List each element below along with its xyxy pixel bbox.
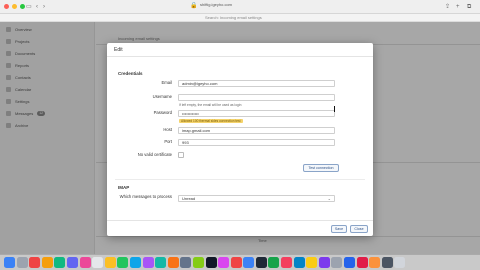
tabs-overview-icon[interactable]: ⧉ <box>467 3 471 11</box>
no-valid-certificate-label: No valid certificate <box>137 152 172 157</box>
email-label: Email <box>161 80 172 85</box>
app-icon[interactable] <box>155 257 167 268</box>
app-icon[interactable] <box>268 257 280 268</box>
host-field[interactable]: imap.gmail.com <box>178 127 335 134</box>
close-button[interactable]: Close <box>350 225 368 233</box>
minimize-window-icon[interactable] <box>12 4 17 9</box>
which-messages-label: Which messages to process <box>119 194 172 199</box>
test-connection-button[interactable]: Test connection <box>303 164 339 172</box>
app-icon[interactable] <box>54 257 66 268</box>
port-label: Port <box>164 139 172 144</box>
calendar-app-icon[interactable] <box>92 257 104 268</box>
share-icon[interactable]: ⇪ <box>445 3 450 11</box>
chevron-down-icon: ⌄ <box>327 196 331 201</box>
app-icon[interactable] <box>142 257 154 268</box>
app-icon[interactable] <box>29 257 41 268</box>
app-icon[interactable] <box>381 257 393 268</box>
app-icon[interactable] <box>293 257 305 268</box>
forward-icon[interactable]: › <box>43 3 45 11</box>
launchpad-icon[interactable] <box>16 257 28 268</box>
which-messages-value: Unread <box>182 196 196 201</box>
host-label: Host <box>163 127 172 132</box>
email-field[interactable]: admin@igeyho.com <box>178 80 335 87</box>
new-tab-icon[interactable]: + <box>456 3 460 11</box>
safari-icon[interactable] <box>129 257 141 268</box>
notes-icon[interactable] <box>104 257 116 268</box>
port-field[interactable]: 993 <box>178 139 335 146</box>
dialog-header: Edit <box>107 43 373 57</box>
password-warning: Allowed 100 thermal sides connection tes… <box>179 119 243 123</box>
lock-icon: 🔒 <box>190 3 198 9</box>
app-icon[interactable] <box>117 257 129 268</box>
window-controls[interactable] <box>4 4 25 9</box>
no-valid-certificate-checkbox[interactable] <box>178 152 184 158</box>
which-messages-select[interactable]: Unread ⌄ <box>178 195 335 202</box>
trash-icon[interactable] <box>394 257 406 268</box>
app-icon[interactable] <box>79 257 91 268</box>
maximize-window-icon[interactable] <box>20 4 25 9</box>
address-bar[interactable]: shiftig.igeyho.com <box>200 2 232 8</box>
app-icon[interactable] <box>306 257 318 268</box>
app-icon[interactable] <box>281 257 293 268</box>
username-label: Username <box>152 94 172 99</box>
dialog-footer: Save Close <box>107 220 373 236</box>
browser-toolbar: ▭ ‹ › 🔒 shiftig.igeyho.com ⇪ + ⧉ <box>0 0 480 14</box>
imap-section-title: IMAP <box>118 185 130 190</box>
app-icon[interactable] <box>66 257 78 268</box>
edit-dialog: Edit Credentials Email admin@igeyho.com … <box>107 43 373 236</box>
save-button[interactable]: Save <box>331 225 347 233</box>
dock <box>0 254 480 270</box>
sidebar-toggle-icon[interactable]: ▭ <box>26 3 32 11</box>
dialog-title: Edit <box>114 47 123 53</box>
tab-strip: Search: Incoming email settings <box>0 14 480 22</box>
credentials-section-title: Credentials <box>118 71 143 76</box>
username-field[interactable] <box>178 94 335 101</box>
app-icon[interactable] <box>167 257 179 268</box>
app-icon[interactable] <box>344 257 356 268</box>
dialog-body: Credentials Email admin@igeyho.com Usern… <box>107 57 373 220</box>
terminal-icon[interactable] <box>205 257 217 268</box>
app-icon[interactable] <box>218 257 230 268</box>
app-icon[interactable] <box>41 257 53 268</box>
back-icon[interactable]: ‹ <box>36 3 38 11</box>
mouse-cursor <box>334 106 335 112</box>
section-divider <box>115 179 365 180</box>
app-icon[interactable] <box>180 257 192 268</box>
active-tab-title[interactable]: Search: Incoming email settings <box>205 15 262 21</box>
app-icon[interactable] <box>331 257 343 268</box>
app-icon[interactable] <box>369 257 381 268</box>
app-icon[interactable] <box>255 257 267 268</box>
app-icon[interactable] <box>192 257 204 268</box>
password-field[interactable]: •••••••••••• <box>178 110 335 117</box>
password-label: Password <box>153 110 172 115</box>
app-icon[interactable] <box>318 257 330 268</box>
close-window-icon[interactable] <box>4 4 9 9</box>
app-icon[interactable] <box>230 257 242 268</box>
app-icon[interactable] <box>243 257 255 268</box>
app-icon[interactable] <box>356 257 368 268</box>
username-hint: If left empty, the email will be used as… <box>179 103 242 107</box>
finder-icon[interactable] <box>4 257 15 268</box>
